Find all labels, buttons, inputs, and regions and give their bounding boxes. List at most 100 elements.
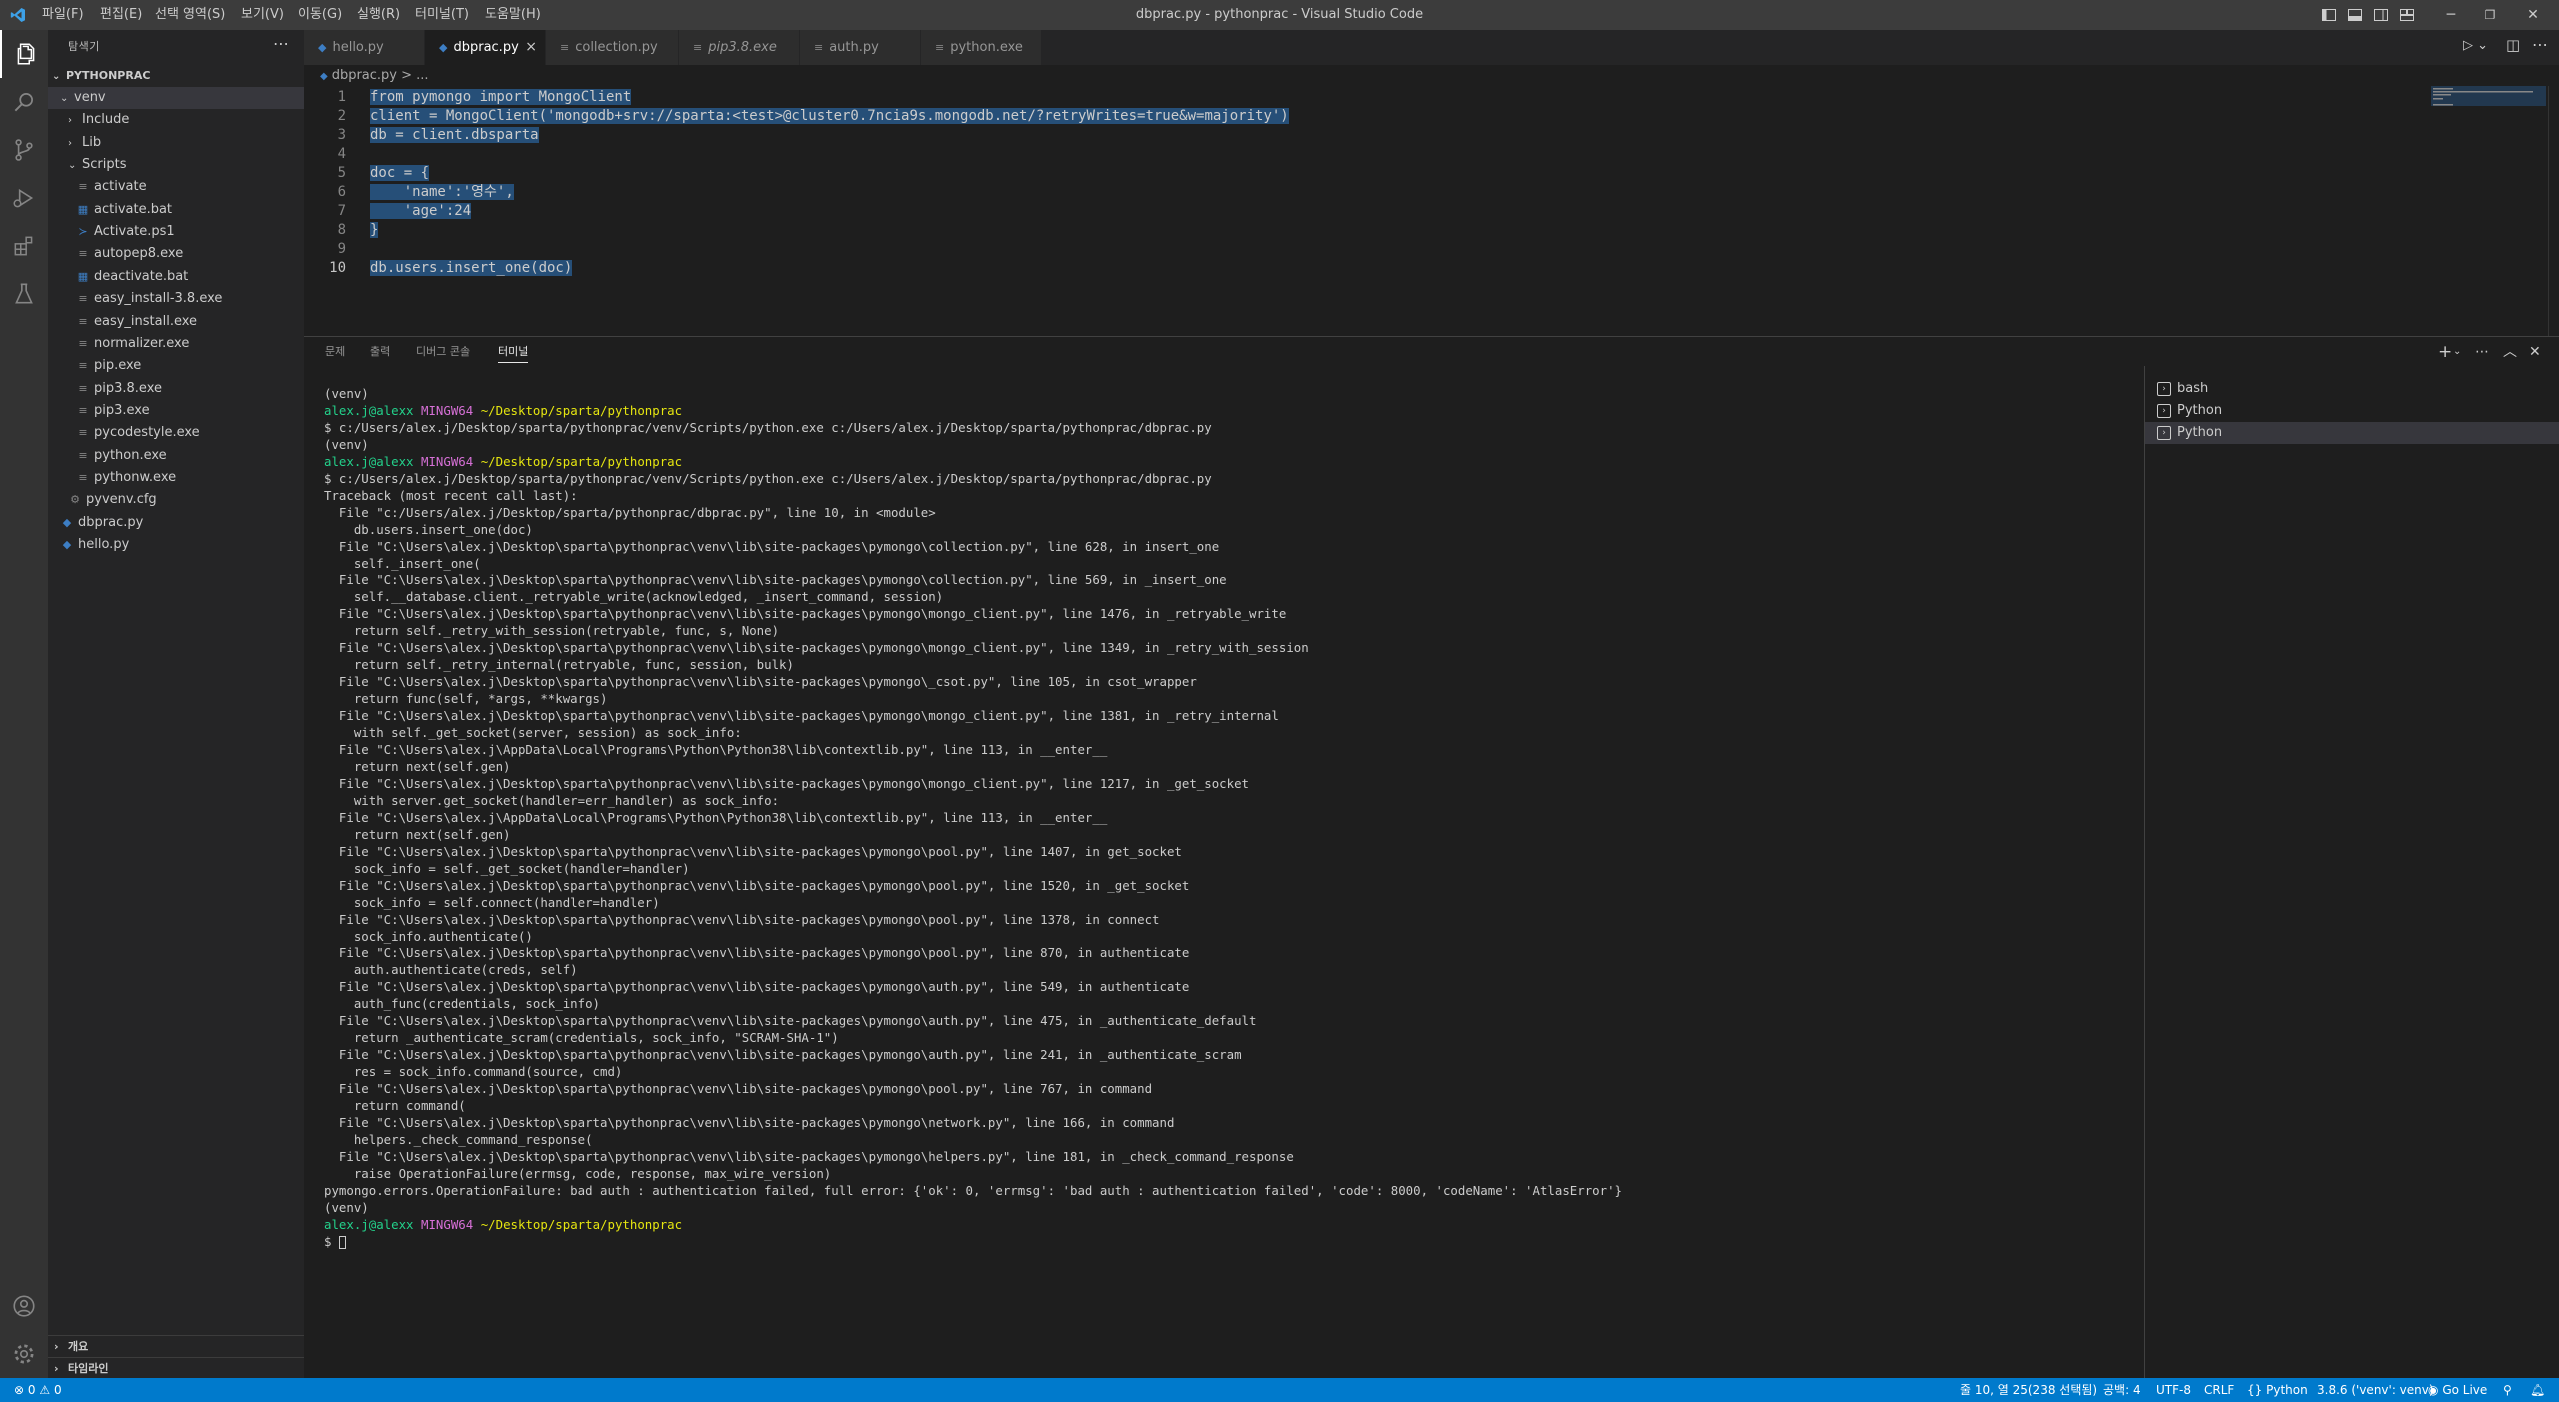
terminal-text: File "C:\Users\alex.j\AppData\Local\Prog…: [324, 742, 1108, 758]
more-actions-icon[interactable]: ⋯: [273, 34, 289, 53]
breadcrumb[interactable]: ◆ dbprac.py > ...: [320, 66, 429, 86]
terminal-item-python[interactable]: › Python: [2145, 400, 2559, 422]
terminal-line: return command(: [324, 1098, 2134, 1115]
tree-item-label: pythonw.exe: [94, 469, 177, 485]
terminal-item-bash[interactable]: › bash: [2145, 378, 2559, 400]
feedback-icon[interactable]: ⚲: [2503, 1378, 2512, 1402]
gear-icon: ⚙: [70, 493, 80, 507]
indentation[interactable]: 공백: 4: [2103, 1378, 2141, 1402]
chevron-down-icon[interactable]: ⌄: [2453, 342, 2461, 362]
run-python-file-icon[interactable]: ▷ ⌄: [2463, 38, 2488, 53]
tab-hello-py[interactable]: ◆ hello.py: [304, 30, 425, 65]
terminal-line: File "C:\Users\alex.j\Desktop\sparta\pyt…: [324, 979, 2134, 996]
tree-item-pycodestyle-exe[interactable]: ≡ pycodestyle.exe: [48, 422, 304, 444]
toggle-sidebar-icon[interactable]: [2321, 7, 2337, 23]
minimap[interactable]: [2431, 86, 2546, 106]
customize-layout-icon[interactable]: [2399, 7, 2415, 23]
tree-item-python-exe[interactable]: ≡ python.exe: [48, 445, 304, 467]
tab-terminal[interactable]: 터미널: [498, 342, 529, 363]
terminal-line: return next(self.gen): [324, 827, 2134, 844]
split-editor-icon[interactable]: ◫: [2506, 36, 2520, 54]
terminal-text: sock_info = self._get_socket(handler=han…: [324, 860, 690, 876]
tree-item-pythonw-exe[interactable]: ≡ pythonw.exe: [48, 467, 304, 489]
timeline-section[interactable]: › 타임라인: [48, 1357, 304, 1380]
workspace-root[interactable]: ⌄ PYTHONPRAC: [48, 65, 304, 87]
tree-item-label: Scripts: [82, 157, 127, 173]
maximize-panel-icon[interactable]: ︿: [2503, 342, 2517, 362]
tree-item-pip-exe[interactable]: ≡ pip.exe: [48, 355, 304, 377]
tree-item-pyvenv-cfg[interactable]: ⚙ pyvenv.cfg: [48, 489, 304, 511]
prompt-path: ~/Desktop/sparta/pythonprac: [480, 402, 683, 418]
tree-item-pip3-8-exe[interactable]: ≡ pip3.8.exe: [48, 378, 304, 400]
tree-item-dbprac-py[interactable]: ◆ dbprac.py: [48, 512, 304, 534]
tree-item-easy-install-exe[interactable]: ≡ easy_install.exe: [48, 311, 304, 333]
restore-icon[interactable]: ❐: [2482, 7, 2498, 23]
terminal-item-python-active[interactable]: › Python: [2145, 422, 2559, 444]
outline-section[interactable]: › 개요: [48, 1335, 304, 1358]
python-file-icon: ◆: [62, 515, 72, 529]
settings-gear-icon[interactable]: [0, 1330, 48, 1378]
toggle-panel-icon[interactable]: [2347, 7, 2363, 23]
editor-scrollbar[interactable]: [2548, 86, 2559, 336]
windows-icon: ▦: [77, 202, 89, 216]
tree-item-scripts[interactable]: ⌄ Scripts: [48, 154, 304, 176]
tree-item-normalizer-exe[interactable]: ≡ normalizer.exe: [48, 333, 304, 355]
end-of-line[interactable]: CRLF: [2204, 1378, 2234, 1402]
tree-item-activate[interactable]: ≡ activate: [48, 176, 304, 198]
tree-item-lib[interactable]: › Lib: [48, 132, 304, 154]
terminal-line: auth_func(credentials, sock_info): [324, 996, 2134, 1013]
tree-item-activate-bat[interactable]: ▦ activate.bat: [48, 199, 304, 221]
code-editor[interactable]: 1 2 3 4 5 6 7 8 9 10 from pymongo import…: [304, 88, 2559, 338]
encoding[interactable]: UTF-8: [2156, 1378, 2191, 1402]
python-file-icon: ◆: [320, 71, 328, 82]
terminal-label: Python: [2177, 425, 2223, 440]
search-icon[interactable]: [0, 78, 48, 126]
tab-problems[interactable]: 문제: [325, 342, 345, 362]
tree-item-label: pip3.exe: [94, 402, 150, 418]
notifications-bell-icon[interactable]: 🔔︎: [2530, 1378, 2545, 1402]
cursor-position[interactable]: 줄 10, 열 25(238 선택됨): [1960, 1378, 2097, 1402]
close-tab-icon[interactable]: ×: [525, 30, 537, 65]
tree-item-activate-ps1[interactable]: ≻ Activate.ps1: [48, 221, 304, 243]
tab-pip38-exe[interactable]: ≡ pip3.8.exe: [679, 30, 800, 65]
toggle-secondary-sidebar-icon[interactable]: [2373, 7, 2389, 23]
python-interpreter[interactable]: 3.8.6 ('venv': venv): [2317, 1378, 2434, 1402]
tab-output[interactable]: 출력: [370, 342, 390, 362]
language-mode[interactable]: {} Python: [2247, 1378, 2308, 1402]
terminal-output[interactable]: (venv) alex.j@alexx MINGW64 ~/Desktop/spa…: [324, 386, 2134, 1266]
more-actions-icon[interactable]: ⋯: [2475, 342, 2489, 362]
terminal-line: $: [324, 1234, 2134, 1251]
minimize-icon[interactable]: ─: [2443, 7, 2459, 23]
testing-icon[interactable]: [0, 270, 48, 318]
source-control-icon[interactable]: [0, 126, 48, 174]
tab-collection-py[interactable]: ≡ collection.py: [546, 30, 679, 65]
go-live-button[interactable]: ◉ Go Live: [2428, 1378, 2487, 1402]
tab-debug-console[interactable]: 디버그 콘솔: [416, 342, 470, 362]
close-panel-icon[interactable]: ✕: [2529, 342, 2541, 362]
accounts-icon[interactable]: [0, 1282, 48, 1330]
problems-status[interactable]: ⊗ 0 ⚠ 0: [14, 1378, 62, 1402]
tab-python-exe[interactable]: ≡ python.exe: [921, 30, 1042, 65]
new-terminal-icon[interactable]: +: [2438, 342, 2452, 362]
tab-dbprac-py[interactable]: ◆ dbprac.py ×: [425, 30, 546, 65]
tree-item-hello-py[interactable]: ◆ hello.py: [48, 534, 304, 556]
run-debug-icon[interactable]: [0, 174, 48, 222]
tree-item-easy-install-3-8-exe[interactable]: ≡ easy_install-3.8.exe: [48, 288, 304, 310]
line-number: 10: [329, 260, 346, 276]
file-icon: ≡: [78, 314, 88, 328]
file-icon: ≡: [78, 470, 88, 484]
tree-item-venv[interactable]: ⌄ venv: [48, 87, 304, 109]
tree-item-autopep8-exe[interactable]: ≡ autopep8.exe: [48, 243, 304, 265]
extensions-icon[interactable]: [0, 222, 48, 270]
code-text: 'name':'영수',: [370, 184, 514, 200]
close-window-icon[interactable]: ✕: [2525, 7, 2541, 23]
file-icon: ≡: [78, 292, 88, 306]
more-actions-icon[interactable]: ⋯: [2532, 35, 2548, 54]
tree-item-pip3-exe[interactable]: ≡ pip3.exe: [48, 400, 304, 422]
terminal-line: return self._retry_internal(retryable, f…: [324, 657, 2134, 674]
tree-item-include[interactable]: › Include: [48, 109, 304, 131]
explorer-icon[interactable]: [0, 30, 50, 78]
terminal-text: return next(self.gen): [324, 826, 511, 842]
tab-auth-py[interactable]: ≡ auth.py: [800, 30, 921, 65]
tree-item-deactivate-bat[interactable]: ▦ deactivate.bat: [48, 266, 304, 288]
